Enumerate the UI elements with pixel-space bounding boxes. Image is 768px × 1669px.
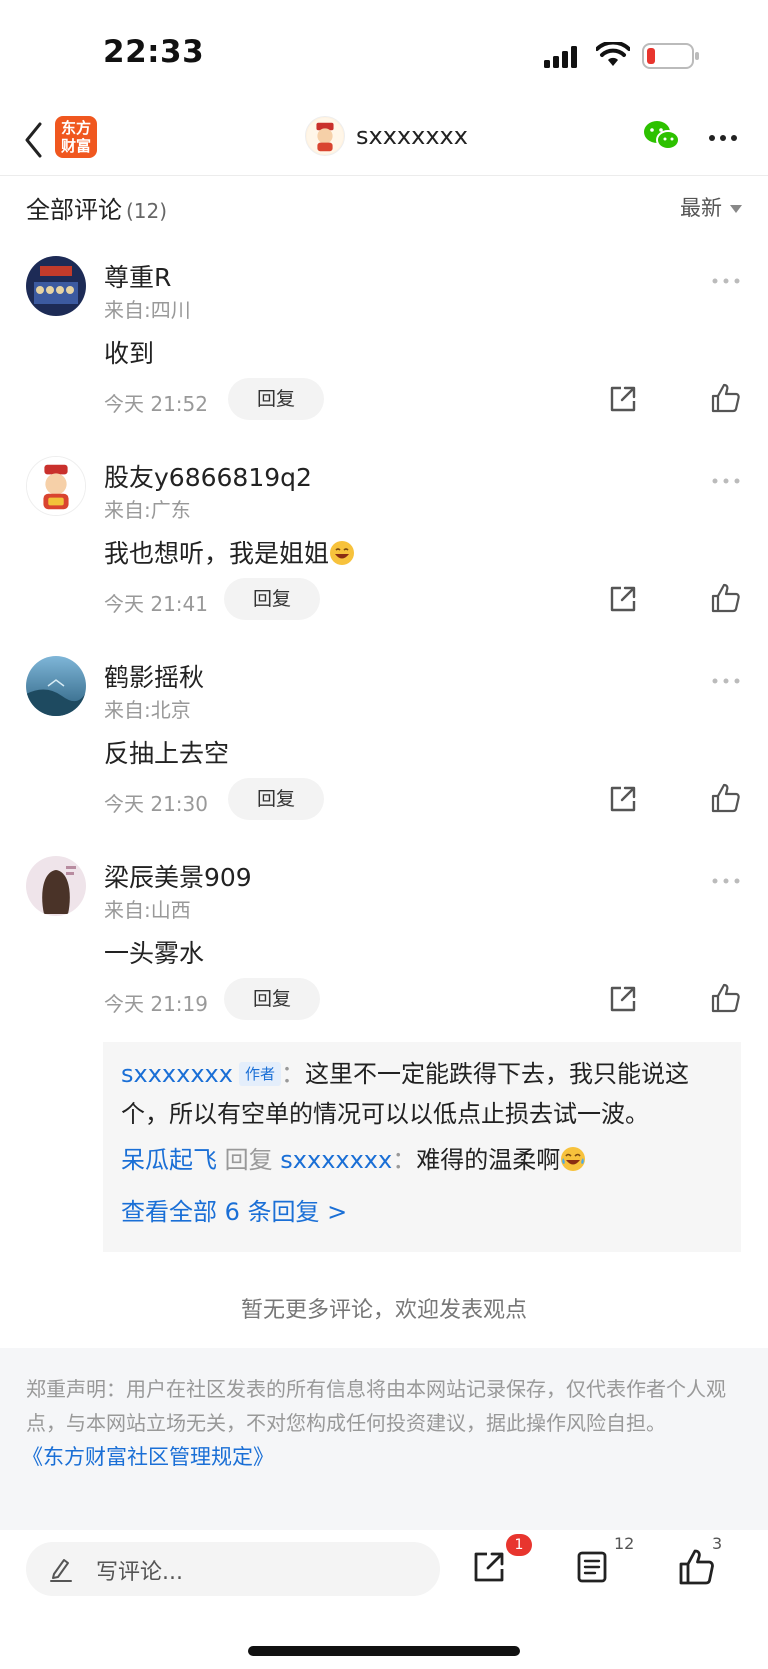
- caret-down-icon: [730, 205, 742, 213]
- sort-label: 最新: [680, 196, 722, 220]
- share-icon[interactable]: [608, 984, 638, 1014]
- home-indicator: [248, 1646, 520, 1656]
- wifi-icon: [596, 42, 630, 66]
- comment-location: 来自:北京: [104, 698, 191, 722]
- comment-content: 我也想听，我是姐姐: [104, 534, 355, 570]
- comments-count: (12): [126, 199, 168, 223]
- reply-button[interactable]: 回复: [224, 978, 320, 1020]
- cellular-signal-icon: [544, 46, 577, 68]
- thumbs-up-icon[interactable]: [678, 1548, 714, 1586]
- reply-target-username[interactable]: sxxxxxxx: [280, 1146, 392, 1174]
- reply-separator: ：: [280, 1060, 305, 1088]
- author-avatar[interactable]: [305, 116, 345, 156]
- share-icon[interactable]: [608, 784, 638, 814]
- more-options-icon[interactable]: [708, 134, 738, 142]
- comment-content: 反抽上去空: [104, 739, 230, 768]
- comment-item: 尊重R 来自:四川 收到 今天 21:52 回复: [0, 256, 768, 456]
- avatar[interactable]: [26, 856, 86, 916]
- back-icon[interactable]: [22, 120, 46, 160]
- laughing-emoji-icon: [330, 541, 355, 565]
- thumbs-up-icon[interactable]: [710, 582, 740, 614]
- brand-logo[interactable]: 东方 财富: [55, 116, 97, 158]
- write-comment-input[interactable]: 写评论...: [26, 1542, 440, 1596]
- comments-header: 全部评论 (12) 最新: [26, 190, 742, 230]
- comment-item: 鹤影摇秋 来自:北京 反抽上去空 今天 21:30 回复: [0, 656, 768, 856]
- comment-time: 今天 21:52: [104, 392, 208, 416]
- pencil-icon: [50, 1559, 72, 1582]
- tears-of-joy-emoji-icon: [561, 1147, 586, 1171]
- comments-icon[interactable]: [576, 1550, 608, 1584]
- thumbs-up-icon[interactable]: [710, 982, 740, 1014]
- comment-item: 股友y6866819q2 来自:广东 我也想听，我是姐姐 今天 21:41 回复: [0, 456, 768, 656]
- like-count: 3: [712, 1534, 723, 1553]
- reply-action: 回复: [224, 1146, 273, 1174]
- comment-time: 今天 21:19: [104, 992, 208, 1016]
- avatar[interactable]: [26, 256, 86, 316]
- reply-item: sxxxxxxx 作者 ：这里不一定能跌得下去，我只能说这: [121, 1054, 689, 1094]
- reply-thread: sxxxxxxx 作者 ：这里不一定能跌得下去，我只能说这 个，所以有空单的情况可以…: [103, 1042, 741, 1252]
- comment-username[interactable]: 梁辰美景909: [104, 858, 252, 894]
- comment-location: 来自:四川: [104, 298, 191, 322]
- reply-button[interactable]: 回复: [228, 778, 324, 820]
- no-more-comments: 暂无更多评论，欢迎发表观点: [240, 1298, 527, 1323]
- reply-item-continued: 个，所以有空单的情况可以以低点止损去试一波。: [121, 1094, 649, 1134]
- battery-low-icon: [642, 43, 699, 69]
- disclaimer-text: 郑重声明：用户在社区发表的所有信息将由本网站记录保存，仅代表作者个人观点，与本网…: [26, 1377, 726, 1435]
- avatar[interactable]: [26, 656, 86, 716]
- comment-input-placeholder: 写评论...: [96, 1560, 183, 1585]
- comment-text: 我也想听，我是姐姐: [104, 539, 330, 568]
- status-bar: 22:33: [0, 0, 768, 110]
- comment-item: 梁辰美景909 来自:山西 一头雾水 今天 21:19 回复: [0, 856, 768, 1056]
- nav-bar: 东方 财富 sxxxxxxx: [0, 110, 768, 176]
- share-count-badge: 1: [506, 1534, 532, 1556]
- wechat-share-icon[interactable]: [642, 118, 682, 154]
- comment-location: 来自:山西: [104, 898, 191, 922]
- comment-content: 一头雾水: [104, 939, 205, 968]
- reply-separator: ：: [392, 1146, 417, 1174]
- comment-more-icon[interactable]: [712, 478, 740, 484]
- author-badge: 作者: [238, 1062, 281, 1086]
- reply-text-line1: 这里不一定能跌得下去，我只能说这: [304, 1060, 689, 1088]
- reply-button[interactable]: 回复: [228, 378, 324, 420]
- comment-location: 来自:广东: [104, 498, 191, 522]
- reply-text: 难得的温柔啊: [416, 1146, 561, 1174]
- comment-time: 今天 21:41: [104, 592, 208, 616]
- comment-more-icon[interactable]: [712, 278, 740, 284]
- reply-button[interactable]: 回复: [224, 578, 320, 620]
- reply-username[interactable]: sxxxxxxx: [121, 1060, 233, 1088]
- community-rules-link[interactable]: 《东方财富社区管理规定》: [22, 1440, 742, 1474]
- comment-count: 12: [614, 1534, 635, 1553]
- nav-title: sxxxxxxx: [356, 122, 468, 150]
- avatar[interactable]: [26, 456, 86, 516]
- comment-username[interactable]: 股友y6866819q2: [104, 458, 312, 494]
- comment-more-icon[interactable]: [712, 678, 740, 684]
- view-all-replies-link[interactable]: 查看全部 6 条回复 >: [121, 1192, 347, 1227]
- comment-content: 收到: [104, 339, 155, 368]
- comment-more-icon[interactable]: [712, 878, 740, 884]
- sort-select[interactable]: 最新: [680, 192, 742, 222]
- brand-logo-line2: 财富: [60, 137, 91, 155]
- brand-logo-line1: 东方: [60, 119, 91, 137]
- thumbs-up-icon[interactable]: [710, 782, 740, 814]
- status-time: 22:33: [103, 34, 205, 70]
- share-icon[interactable]: [608, 384, 638, 414]
- share-icon[interactable]: [608, 584, 638, 614]
- share-icon[interactable]: [472, 1550, 506, 1584]
- comment-time: 今天 21:30: [104, 792, 208, 816]
- comments-title: 全部评论: [26, 196, 122, 224]
- comment-username[interactable]: 尊重R: [104, 258, 171, 294]
- reply-text-line2: 个，所以有空单的情况可以以低点止损去试一波。: [121, 1100, 649, 1128]
- reply-item: 呆瓜起飞 回复 sxxxxxxx：难得的温柔啊: [121, 1140, 586, 1180]
- reply-username[interactable]: 呆瓜起飞: [121, 1146, 217, 1174]
- disclaimer: 郑重声明：用户在社区发表的所有信息将由本网站记录保存，仅代表作者个人观点，与本网…: [0, 1348, 768, 1530]
- bottom-action-bar: 写评论... 1 12 3: [0, 1530, 768, 1669]
- thumbs-up-icon[interactable]: [710, 382, 740, 414]
- comment-username[interactable]: 鹤影摇秋: [104, 658, 204, 694]
